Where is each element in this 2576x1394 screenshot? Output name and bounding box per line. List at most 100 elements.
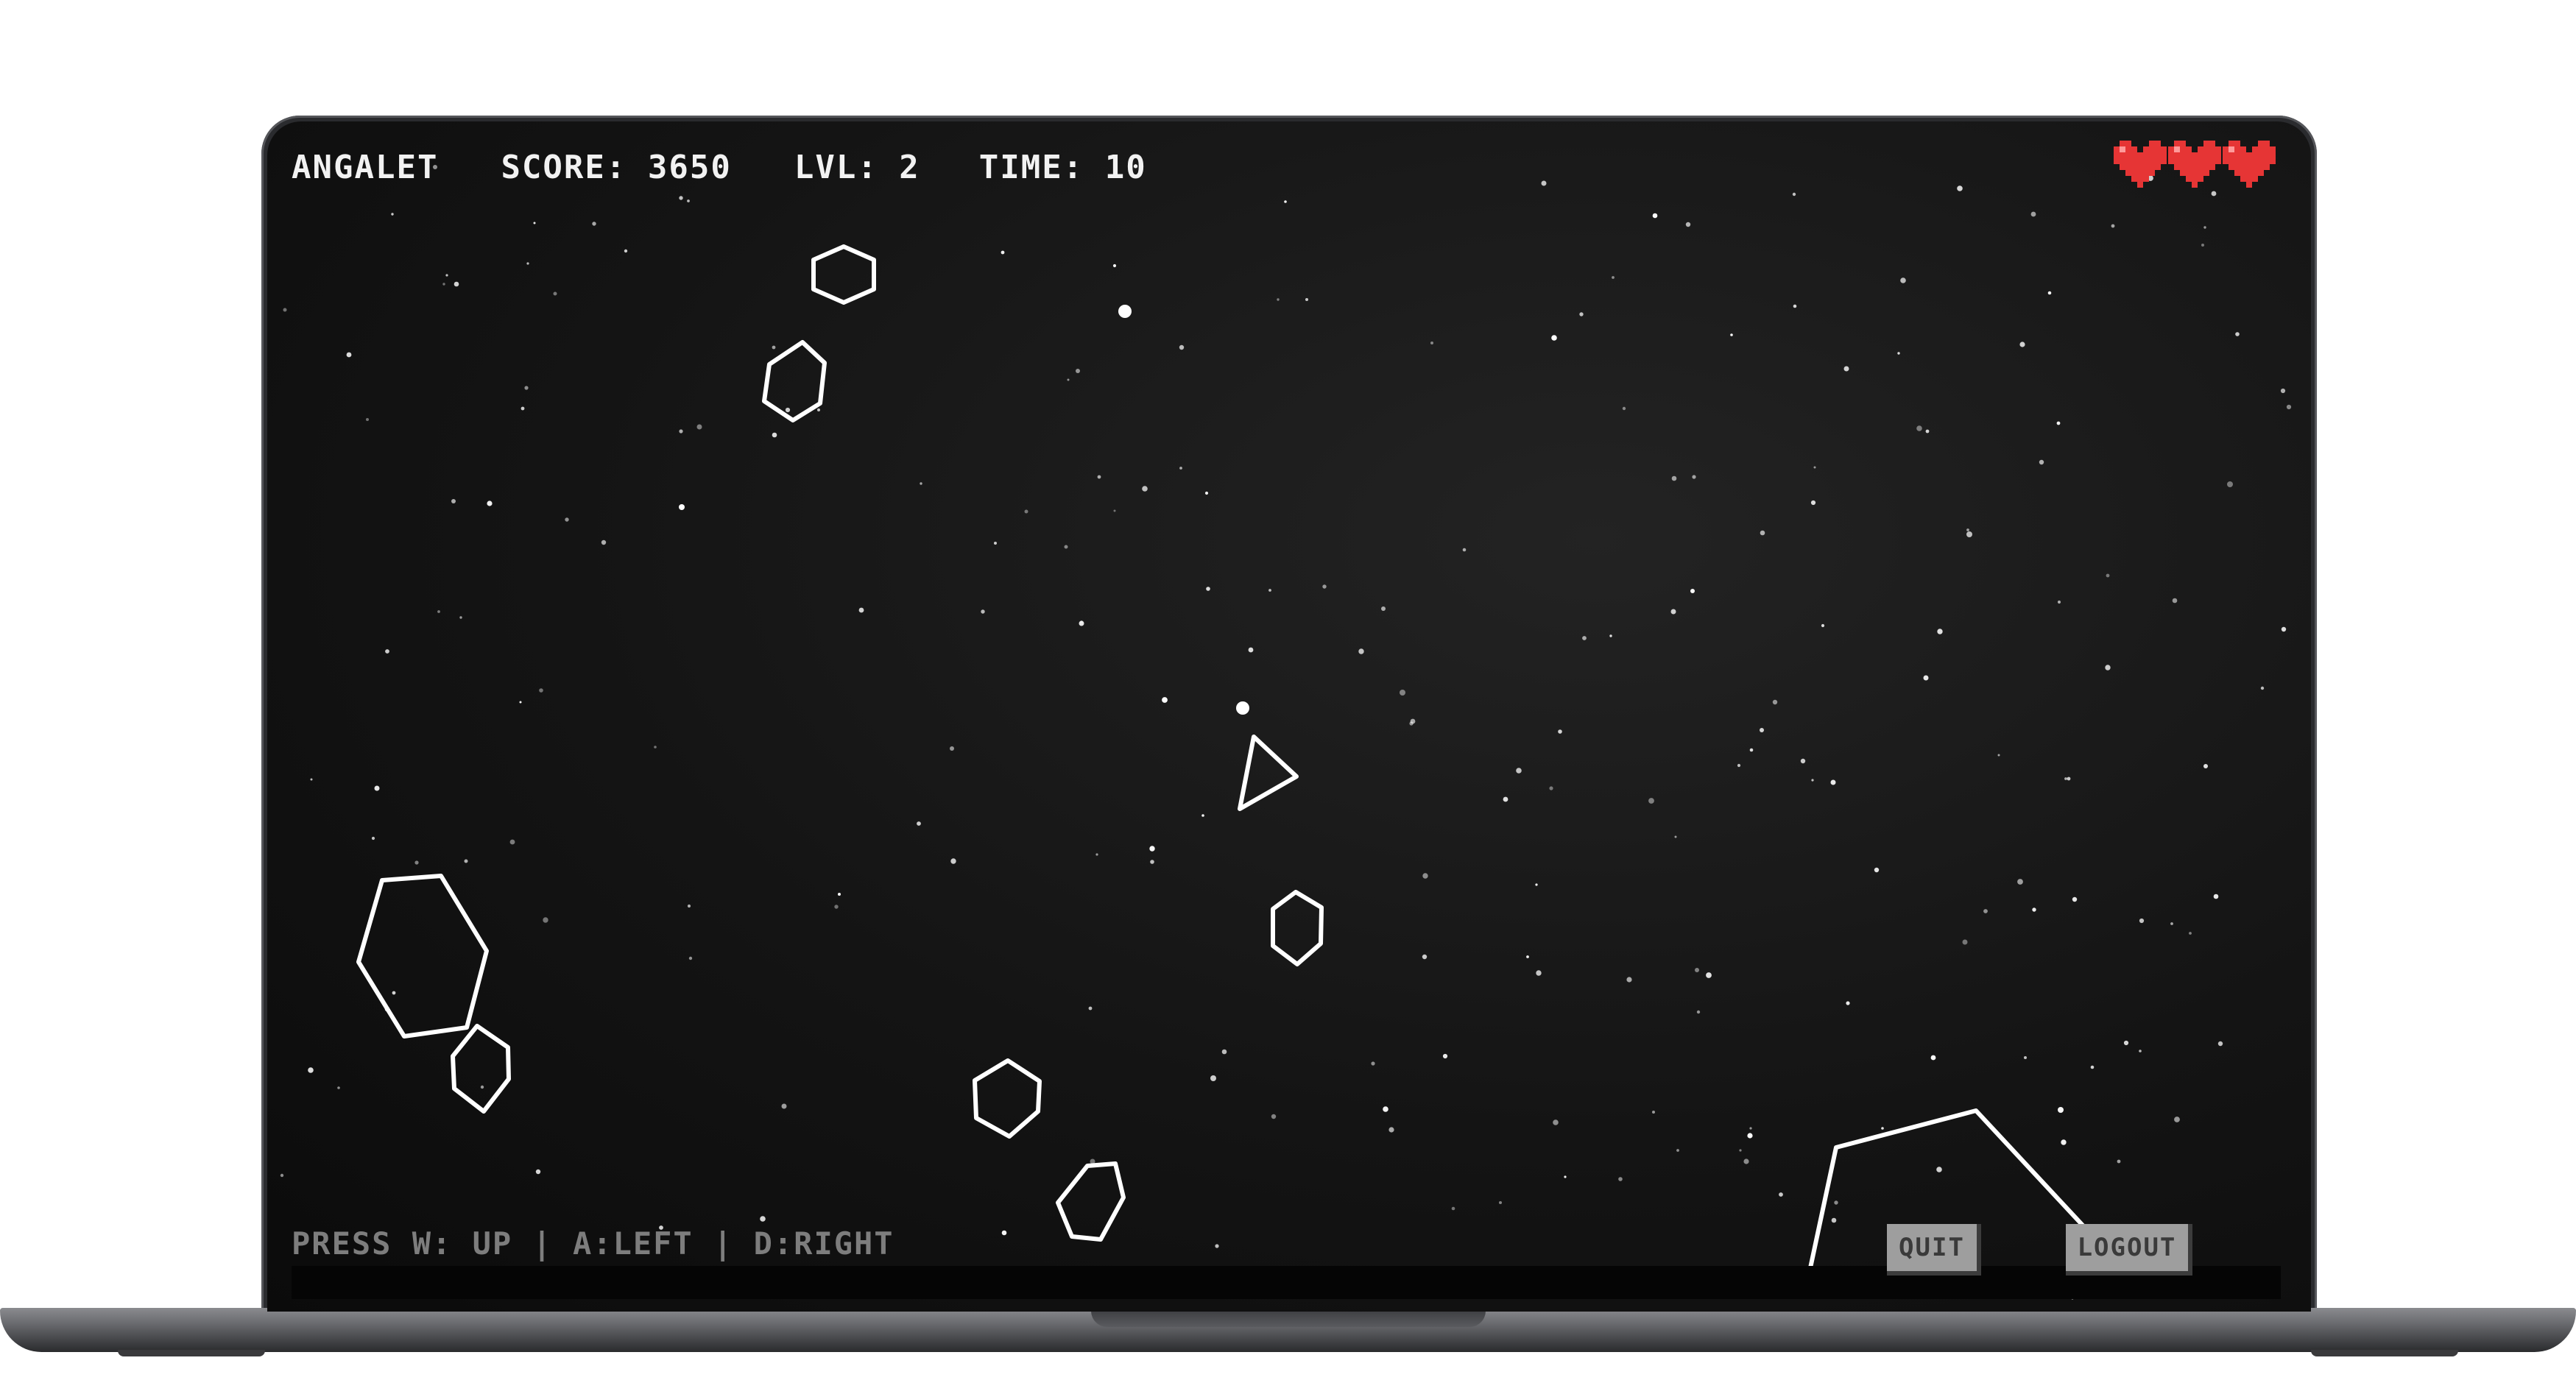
star (1271, 1114, 1277, 1119)
time-display: TIME: 10 (978, 148, 1147, 186)
star (1277, 298, 1280, 301)
logout-button[interactable]: LOGOUT (2066, 1224, 2192, 1276)
star (1881, 1127, 1884, 1130)
star (2139, 918, 2145, 924)
star (374, 785, 380, 791)
star (1937, 629, 1943, 634)
star (1962, 939, 1968, 945)
lives-indicator (2114, 138, 2276, 191)
star (1095, 853, 1098, 856)
star (1579, 312, 1584, 316)
star (1831, 1217, 1837, 1223)
star (1248, 647, 1254, 653)
star (679, 429, 683, 434)
star (1671, 475, 1677, 481)
star (310, 778, 313, 781)
star (1410, 718, 1416, 724)
star (442, 283, 445, 286)
star (1957, 185, 1963, 191)
star (1997, 754, 2000, 757)
star (1067, 378, 1070, 381)
star (1558, 729, 1562, 734)
star (445, 274, 448, 277)
star (1690, 589, 1695, 593)
star (1730, 333, 1733, 336)
star (2067, 776, 2071, 781)
star (858, 607, 864, 613)
game-screen[interactable]: ANGALET SCORE: 3650 LVL: 2 TIME: 10 PRES… (267, 121, 2311, 1312)
star (2019, 342, 2025, 347)
star (1582, 636, 1587, 640)
star (1442, 1053, 1448, 1059)
star (994, 542, 997, 545)
star (696, 424, 702, 430)
star (834, 905, 839, 909)
star (1779, 1192, 1783, 1197)
star (1553, 1119, 1559, 1125)
star (2030, 211, 2036, 217)
star (2024, 1056, 2027, 1059)
star (2064, 777, 2067, 780)
star (2260, 686, 2265, 690)
star (391, 213, 394, 216)
star (1221, 1049, 1227, 1055)
star (459, 616, 462, 619)
star (950, 858, 956, 864)
star (1210, 1075, 1216, 1081)
star (2170, 922, 2173, 925)
star (1874, 867, 1880, 873)
game-canvas[interactable] (267, 121, 2311, 1312)
star (2189, 932, 2192, 935)
star (1652, 1111, 1655, 1114)
heart-icon (2114, 141, 2167, 188)
heart-icon (2168, 141, 2221, 188)
star (346, 352, 352, 358)
star (1451, 1206, 1455, 1211)
star (1622, 406, 1626, 411)
star (1923, 675, 1929, 681)
star (1526, 955, 1529, 958)
player-ship (1238, 735, 1299, 811)
star (385, 649, 389, 654)
star (1358, 648, 1364, 654)
asteroid (1056, 1161, 1126, 1242)
star (2203, 764, 2208, 768)
star (1422, 873, 1428, 879)
star (920, 482, 922, 485)
star (1088, 1006, 1093, 1011)
star (1064, 545, 1068, 549)
star (838, 893, 841, 896)
star (526, 262, 529, 265)
star (2174, 1117, 2180, 1122)
star (2057, 600, 2061, 604)
star (1846, 1001, 1850, 1005)
star (688, 956, 693, 960)
star (524, 386, 529, 390)
star (2217, 1041, 2223, 1047)
star (772, 432, 777, 438)
star (1652, 213, 1658, 219)
star (1001, 250, 1005, 255)
star (1670, 609, 1676, 615)
star (521, 406, 525, 411)
star (1097, 475, 1101, 479)
quit-button[interactable]: QUIT (1887, 1224, 1981, 1276)
star (1612, 276, 1615, 279)
star (2235, 332, 2240, 336)
star (2111, 224, 2115, 228)
star (283, 308, 287, 312)
star (1760, 728, 1764, 732)
star (1966, 531, 1972, 537)
star (553, 291, 557, 296)
star (1916, 425, 1922, 431)
star (2058, 1107, 2064, 1113)
asteroid (811, 244, 876, 305)
star (1811, 779, 1814, 782)
star (1813, 466, 1816, 469)
star (519, 701, 522, 704)
star (392, 991, 396, 995)
star (1830, 779, 1836, 785)
star (1821, 623, 1825, 628)
star (1618, 1177, 1623, 1181)
star (1400, 690, 1405, 696)
